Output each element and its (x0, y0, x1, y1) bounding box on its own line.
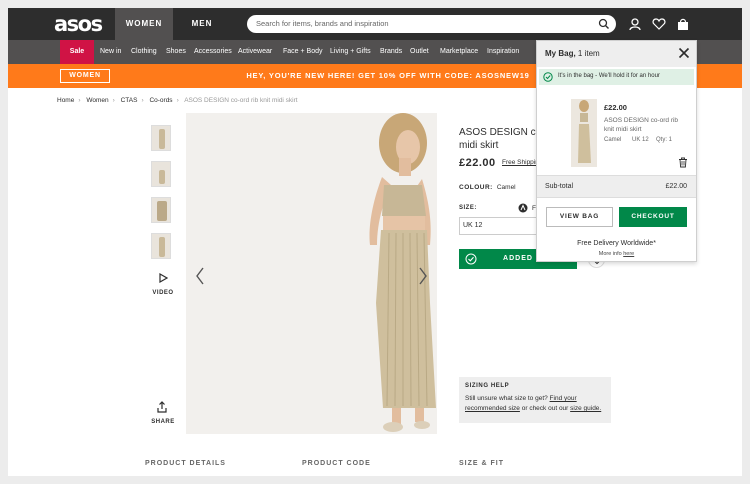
page-frame: asos WOMEN MEN Search for items, brands … (8, 8, 742, 476)
thumbnail-3[interactable] (151, 197, 171, 223)
breadcrumb-ctas[interactable]: CTAS (121, 97, 138, 104)
bag-icon[interactable] (676, 17, 690, 31)
thumbnail-4[interactable] (151, 233, 171, 259)
search-input[interactable]: Search for items, brands and inspiration (247, 15, 616, 33)
minibag-dropdown: My Bag, 1 item It's in the bag - We'll h… (536, 40, 697, 262)
breadcrumb-co-ords[interactable]: Co-ords (149, 97, 172, 104)
minibag-notice-text: It's in the bag - We'll hold it for an h… (558, 73, 660, 79)
colour-value: Camel (496, 184, 516, 191)
minibag-item-colour: Camel (604, 137, 622, 143)
minibag-header: My Bag, 1 item (537, 41, 696, 67)
minibag-item-price: £22.00 (604, 103, 627, 112)
sizing-text-2: or check out our (519, 405, 571, 412)
minibag-title-text: My Bag, (545, 49, 576, 58)
size-guide-link[interactable]: size guide. (570, 405, 601, 412)
size-label: SIZE: (459, 205, 477, 211)
minibag-notice: It's in the bag - We'll hold it for an h… (539, 69, 694, 85)
prev-image-arrow[interactable] (194, 266, 206, 286)
trash-icon[interactable] (678, 157, 688, 168)
tab-women[interactable]: WOMEN (115, 8, 173, 40)
nav-item-sale[interactable]: Sale (60, 40, 94, 64)
nav-item-face-body[interactable]: Face + Body (283, 40, 323, 64)
checkout-button[interactable]: CHECKOUT (619, 207, 687, 227)
minibag-item-qty: Qty: 1 (656, 137, 673, 143)
sizing-help-title: SIZING HELP (465, 383, 510, 389)
minibag-item-name[interactable]: ASOS DESIGN co-ord rib knit midi skirt (604, 116, 684, 134)
thumbnail-1[interactable] (151, 125, 171, 151)
product-main-image[interactable] (186, 113, 437, 434)
breadcrumb: Home › Women › CTAS › Co-ords › ASOS DESIGN … (57, 97, 298, 104)
minibag-item-size: UK 12 (632, 137, 649, 143)
breadcrumb-current: ASOS DESIGN co-ord rib knit midi skirt (184, 97, 298, 104)
video-label[interactable]: VIDEO (148, 290, 178, 296)
nav-item-brands[interactable]: Brands (380, 40, 402, 64)
product-colour: COLOUR: Camel (459, 184, 516, 191)
subtotal-value: £22.00 (665, 183, 687, 190)
play-icon[interactable] (158, 273, 168, 283)
model-figure (369, 113, 436, 432)
check-circle-icon (543, 72, 553, 82)
nav-item-outlet[interactable]: Outlet (410, 40, 429, 64)
more-info-text: More info here (537, 251, 696, 257)
next-image-arrow[interactable] (417, 266, 429, 286)
share-icon[interactable] (156, 401, 168, 413)
minibag-subtotal: Sub-total £22.00 (537, 175, 696, 198)
share-label[interactable]: SHARE (148, 419, 178, 425)
promo-women-button[interactable]: WOMEN (60, 69, 110, 83)
product-code-heading: PRODUCT CODE (302, 460, 371, 467)
sizing-help-text: Still unsure what size to get? Find your… (465, 394, 605, 414)
nav-item-shoes[interactable]: Shoes (166, 40, 186, 64)
recommended-size-link[interactable]: recommended size (465, 405, 520, 412)
view-bag-button[interactable]: VIEW BAG (546, 207, 613, 227)
subtotal-label: Sub-total (545, 183, 574, 190)
search-placeholder: Search for items, brands and inspiration (256, 19, 389, 28)
nav-item-accessories[interactable]: Accessories (194, 40, 232, 64)
product-price: £22.00 (459, 157, 496, 169)
colour-label: COLOUR: (459, 184, 493, 191)
breadcrumb-women[interactable]: Women (86, 97, 108, 104)
minibag-title: My Bag, 1 item (545, 49, 600, 58)
search-icon[interactable] (598, 18, 610, 30)
find-size-link[interactable]: Find your (550, 395, 577, 402)
product-details-heading: PRODUCT DETAILS (145, 460, 226, 467)
fit-assistant-icon[interactable] (518, 203, 528, 213)
nav-item-clothing[interactable]: Clothing (131, 40, 157, 64)
nav-item-inspiration[interactable]: Inspiration (487, 40, 519, 64)
nav-item-activewear[interactable]: Activewear (238, 40, 272, 64)
breadcrumb-home[interactable]: Home (57, 97, 74, 104)
minibag-item-image[interactable] (571, 99, 597, 167)
size-fit-heading: SIZE & FIT (459, 460, 504, 467)
sizing-help-box: SIZING HELP Still unsure what size to ge… (459, 377, 611, 423)
add-to-bag-label: ADDED (503, 255, 533, 262)
asos-logo[interactable]: asos (54, 13, 103, 35)
more-info-link[interactable]: here (623, 251, 634, 257)
size-select[interactable]: UK 12 (459, 217, 539, 235)
promo-text[interactable]: HEY, YOU'RE NEW HERE! GET 10% OFF WITH C… (208, 64, 568, 88)
top-header: asos WOMEN MEN Search for items, brands … (8, 8, 742, 40)
tab-men[interactable]: MEN (173, 8, 231, 40)
thumbnail-2[interactable] (151, 161, 171, 187)
nav-item-marketplace[interactable]: Marketplace (440, 40, 478, 64)
account-icon[interactable] (628, 17, 642, 31)
check-circle-icon (465, 253, 477, 265)
free-delivery-text: Free Delivery Worldwide* (577, 240, 656, 247)
sizing-text-1: Still unsure what size to get? (465, 395, 550, 402)
more-info-prefix: More info (598, 251, 624, 257)
heart-icon[interactable] (652, 17, 666, 31)
close-icon[interactable] (678, 47, 690, 59)
minibag-count: 1 item (577, 49, 600, 58)
nav-item-living-gifts[interactable]: Living + Gifts (330, 40, 371, 64)
nav-item-new-in[interactable]: New in (100, 40, 121, 64)
minibag-item-figure (578, 100, 591, 163)
